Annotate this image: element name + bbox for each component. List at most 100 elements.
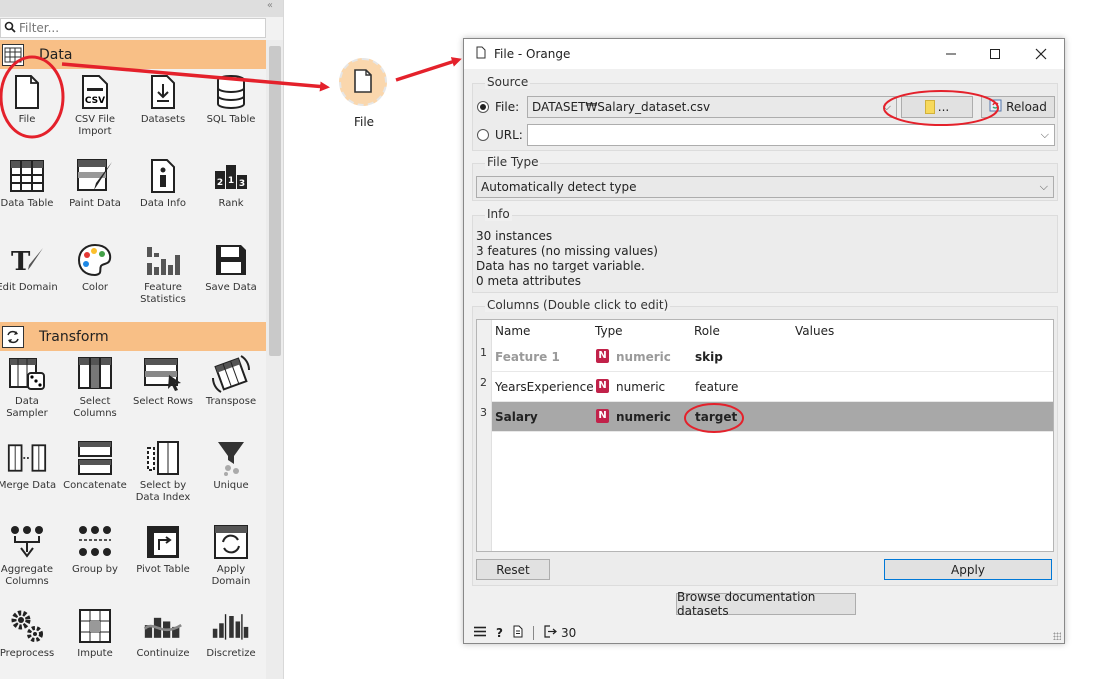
chevron-down-icon: ⌵ — [882, 100, 891, 113]
widget-edit-domain[interactable]: T Edit Domain — [0, 240, 61, 294]
widget-select-by-data-index[interactable]: Select by Data Index — [129, 438, 197, 504]
cell-type[interactable]: numeric — [616, 410, 671, 424]
widget-continuize[interactable]: Continuize — [129, 606, 197, 660]
stats-icon — [143, 240, 183, 280]
widget-select-rows[interactable]: Select Rows — [129, 354, 197, 408]
node-circle[interactable] — [339, 58, 387, 106]
separator — [532, 626, 534, 640]
concatenate-icon — [75, 438, 115, 478]
widget-pivot-table[interactable]: Pivot Table — [129, 522, 197, 576]
widget-unique[interactable]: Unique — [197, 438, 265, 492]
numeric-type-icon: N — [596, 409, 609, 423]
group-title: Source — [485, 75, 531, 89]
info-line: 30 instances — [476, 229, 553, 243]
browse-documentation-button[interactable]: Browse documentation datasets — [676, 590, 856, 618]
status-bar: ? 30 — [474, 624, 586, 642]
widget-file[interactable]: File — [0, 72, 61, 126]
maximize-button[interactable] — [972, 39, 1018, 69]
output-count: 30 — [560, 626, 577, 640]
widget-transpose[interactable]: Transpose — [197, 354, 265, 408]
group-icon — [75, 522, 115, 562]
cell-role[interactable]: skip — [695, 350, 723, 364]
widget-merge-data[interactable]: Merge Data — [0, 438, 61, 492]
reset-button[interactable]: Reset — [476, 559, 550, 580]
row-number: 3 — [480, 406, 487, 419]
report-icon[interactable] — [513, 625, 523, 641]
widget-data-sampler[interactable]: Data Sampler — [0, 354, 61, 420]
reload-icon — [989, 99, 1002, 115]
widget-apply-domain[interactable]: Apply Domain — [197, 522, 265, 588]
columns-table[interactable]: Name Type Role Values 1 Feature 1 N nume… — [476, 319, 1054, 552]
widget-sql-table[interactable]: SQL Table — [197, 72, 265, 126]
widget-discretize[interactable]: Discretize — [197, 606, 265, 660]
filter-box[interactable] — [0, 18, 266, 38]
cell-type[interactable]: numeric — [616, 350, 671, 364]
url-radio[interactable] — [477, 129, 489, 141]
menu-icon[interactable] — [474, 626, 486, 640]
cell-type[interactable]: numeric — [616, 380, 665, 394]
svg-text:1: 1 — [228, 176, 234, 186]
widget-label: Save Data — [205, 282, 257, 293]
column-header-values[interactable]: Values — [795, 324, 834, 338]
cell-role[interactable]: target — [695, 410, 737, 424]
minimize-button[interactable] — [928, 39, 974, 69]
collapse-panel-button[interactable]: « — [267, 0, 273, 11]
resize-grip[interactable] — [1053, 632, 1061, 640]
widget-paint-data[interactable]: Paint Data — [61, 156, 129, 210]
table-row-selected[interactable]: 3 Salary N numeric target — [480, 402, 1053, 432]
help-icon[interactable]: ? — [496, 626, 503, 640]
category-label: Transform — [39, 328, 109, 345]
column-header-type[interactable]: Type — [595, 324, 623, 338]
file-path-combo[interactable]: DATASET₩Salary_dataset.csv ⌵ — [527, 96, 897, 118]
widget-data-table[interactable]: Data Table — [0, 156, 61, 210]
table-icon — [2, 43, 24, 66]
widget-data-info[interactable]: Data Info — [129, 156, 197, 210]
widget-color[interactable]: Color — [61, 240, 129, 294]
browse-label: ... — [937, 100, 950, 114]
search-icon — [1, 21, 19, 36]
column-header-name[interactable]: Name — [495, 324, 530, 338]
file-radio[interactable] — [477, 101, 489, 113]
table-row[interactable]: 2 YearsExperience N numeric feature — [480, 372, 1053, 402]
scrollbar-thumb[interactable] — [269, 46, 281, 356]
column-header-role[interactable]: Role — [694, 324, 720, 338]
widget-aggregate-columns[interactable]: Aggregate Columns — [0, 522, 61, 588]
cell-role[interactable]: feature — [695, 380, 738, 394]
apply-domain-icon — [211, 522, 251, 562]
info-line: 0 meta attributes — [476, 274, 581, 288]
widget-concatenate[interactable]: Concatenate — [61, 438, 129, 492]
file-node[interactable]: File — [336, 58, 392, 138]
filter-input[interactable] — [19, 21, 249, 35]
widget-csv-file-import[interactable]: CSV CSV File Import — [61, 72, 129, 138]
numeric-type-icon: N — [596, 349, 609, 363]
category-transform[interactable]: Transform — [0, 322, 266, 351]
select-columns-icon — [75, 354, 115, 394]
widget-group-by[interactable]: Group by — [61, 522, 129, 576]
widget-datasets[interactable]: Datasets — [129, 72, 197, 126]
widget-save-data[interactable]: Save Data — [197, 240, 265, 294]
discretize-icon — [211, 606, 251, 646]
widget-label: Datasets — [140, 114, 186, 125]
apply-button[interactable]: Apply — [884, 559, 1052, 580]
widget-preprocess[interactable]: Preprocess — [0, 606, 61, 660]
close-button[interactable] — [1018, 39, 1064, 69]
widget-label: Data Table — [0, 198, 54, 209]
widget-label: Continuize — [136, 648, 190, 659]
reload-button[interactable]: Reload — [981, 96, 1055, 118]
cell-name[interactable]: Salary — [495, 410, 538, 424]
file-type-combo[interactable]: Automatically detect type ⌵ — [476, 176, 1054, 198]
widget-impute[interactable]: Impute — [61, 606, 129, 660]
table-row[interactable]: 1 Feature 1 N numeric skip — [480, 342, 1053, 372]
apply-label: Apply — [951, 562, 985, 577]
cell-name[interactable]: YearsExperience — [495, 380, 594, 394]
svg-text:2: 2 — [217, 178, 223, 188]
cell-name[interactable]: Feature 1 — [495, 350, 560, 364]
panel-scrollbar[interactable] — [266, 40, 283, 679]
palette-icon — [75, 240, 115, 280]
url-combo[interactable]: ⌵ — [527, 124, 1055, 146]
widget-select-columns[interactable]: Select Columns — [61, 354, 129, 420]
widget-feature-statistics[interactable]: Feature Statistics — [129, 240, 197, 306]
widget-rank[interactable]: 2 1 3 Rank — [197, 156, 265, 210]
category-data[interactable]: Data — [0, 40, 266, 69]
browse-button[interactable]: ... — [901, 96, 973, 118]
